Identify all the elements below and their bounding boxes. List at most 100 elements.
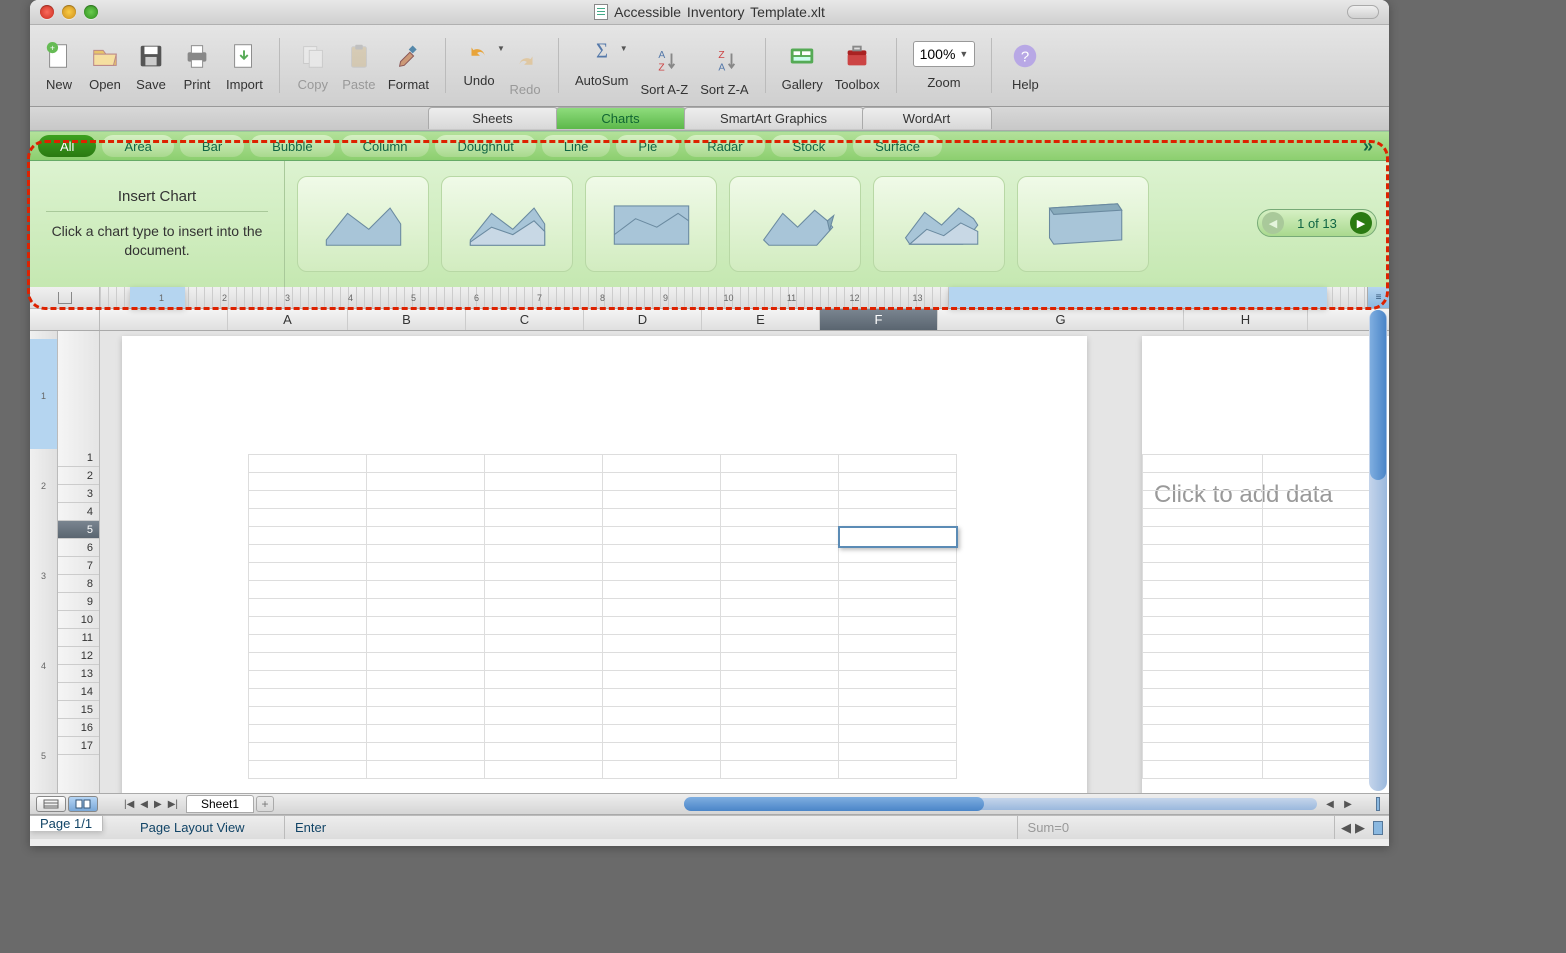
view-normal-button[interactable] bbox=[36, 796, 66, 812]
vertical-scrollbar[interactable] bbox=[1369, 310, 1387, 791]
ribbon-tab-smartart[interactable]: SmartArt Graphics bbox=[684, 107, 864, 129]
add-sheet-button[interactable]: + bbox=[256, 796, 274, 812]
gallery-button[interactable]: Gallery bbox=[776, 35, 829, 96]
chart-thumb-1[interactable] bbox=[297, 176, 429, 272]
chart-cat-surface[interactable]: Surface bbox=[853, 135, 942, 157]
zoom-window-icon[interactable] bbox=[84, 5, 98, 19]
resize-handle[interactable] bbox=[1373, 821, 1383, 835]
minimize-icon[interactable] bbox=[62, 5, 76, 19]
row-header-16[interactable]: 16 bbox=[58, 719, 99, 737]
cell-grid[interactable] bbox=[248, 454, 957, 779]
row-header-15[interactable]: 15 bbox=[58, 701, 99, 719]
status-prev[interactable]: ◀ bbox=[1341, 820, 1351, 836]
chart-cat-radar[interactable]: Radar bbox=[685, 135, 764, 157]
column-header-c[interactable]: C bbox=[466, 309, 584, 330]
column-header-g[interactable]: G bbox=[938, 309, 1184, 330]
horizontal-scroll-thumb[interactable] bbox=[684, 797, 984, 811]
chart-thumb-6[interactable] bbox=[1017, 176, 1149, 272]
zoom-control[interactable]: 100%▼ Zoom bbox=[907, 37, 982, 94]
view-page-layout-button[interactable] bbox=[68, 796, 98, 812]
open-button[interactable]: Open bbox=[82, 35, 128, 96]
pager-prev-button[interactable]: ◀ bbox=[1262, 212, 1284, 234]
chart-thumb-5[interactable] bbox=[873, 176, 1005, 272]
close-icon[interactable] bbox=[40, 5, 54, 19]
paste-button[interactable]: Paste bbox=[336, 35, 382, 96]
sheet-tabs-row: |◀ ◀ ▶ ▶| Sheet1 + ◀ ▶ bbox=[30, 793, 1389, 815]
app-window: Accessible Inventory Template.xlt + New … bbox=[30, 0, 1389, 846]
row-header-9[interactable]: 9 bbox=[58, 593, 99, 611]
sheet-tab-1[interactable]: Sheet1 bbox=[186, 795, 254, 813]
undo-button[interactable]: Undo ▼ bbox=[456, 31, 502, 101]
ribbon-tab-wordart[interactable]: WordArt bbox=[862, 107, 992, 129]
pager-next-button[interactable]: ▶ bbox=[1350, 212, 1372, 234]
column-header-b[interactable]: B bbox=[348, 309, 466, 330]
hscroll-left-arrow[interactable]: ◀ bbox=[1323, 797, 1337, 811]
import-button[interactable]: Import bbox=[220, 35, 269, 96]
toolbox-button[interactable]: Toolbox bbox=[829, 35, 886, 96]
row-header-8[interactable]: 8 bbox=[58, 575, 99, 593]
split-handle[interactable] bbox=[1367, 797, 1389, 811]
page-side: Click to add data bbox=[1142, 336, 1389, 793]
row-header-3[interactable]: 3 bbox=[58, 485, 99, 503]
chart-thumb-3[interactable] bbox=[585, 176, 717, 272]
sheet-nav-first[interactable]: |◀ bbox=[122, 799, 136, 810]
sheet-nav-prev[interactable]: ◀ bbox=[138, 799, 150, 810]
column-header-d[interactable]: D bbox=[584, 309, 702, 330]
chart-cat-stock[interactable]: Stock bbox=[771, 135, 848, 157]
chart-cat-bubble[interactable]: Bubble bbox=[250, 135, 334, 157]
column-header-h[interactable]: H bbox=[1184, 309, 1308, 330]
row-header-14[interactable]: 14 bbox=[58, 683, 99, 701]
save-button[interactable]: Save bbox=[128, 35, 174, 96]
sort-za-icon: ZA bbox=[707, 44, 741, 78]
sheet-nav-next[interactable]: ▶ bbox=[152, 799, 164, 810]
ribbon-tab-sheets[interactable]: Sheets bbox=[428, 107, 558, 129]
row-header-12[interactable]: 12 bbox=[58, 647, 99, 665]
chart-cat-column[interactable]: Column bbox=[341, 135, 430, 157]
chart-cat-all[interactable]: All bbox=[38, 135, 96, 157]
vertical-scroll-thumb[interactable] bbox=[1370, 310, 1386, 480]
chart-cat-bar[interactable]: Bar bbox=[180, 135, 244, 157]
chart-thumb-4[interactable] bbox=[729, 176, 861, 272]
status-next[interactable]: ▶ bbox=[1355, 820, 1365, 836]
hscroll-right-arrow[interactable]: ▶ bbox=[1341, 797, 1355, 811]
ribbon-tab-charts[interactable]: Charts bbox=[556, 107, 686, 129]
sort-az-button[interactable]: AZ Sort A-Z bbox=[635, 31, 695, 101]
toolbar-toggle-button[interactable] bbox=[1347, 5, 1379, 19]
redo-button[interactable]: Redo bbox=[502, 31, 548, 101]
row-header-4[interactable]: 4 bbox=[58, 503, 99, 521]
autosum-button[interactable]: Σ AutoSum ▼ bbox=[569, 31, 634, 101]
chart-cat-pie[interactable]: Pie bbox=[616, 135, 679, 157]
copy-button[interactable]: Copy bbox=[290, 35, 336, 96]
sort-za-button[interactable]: ZA Sort Z-A bbox=[694, 31, 754, 101]
status-view[interactable]: Page Layout View bbox=[130, 816, 285, 839]
help-button[interactable]: ? Help bbox=[1002, 35, 1048, 96]
ruler-collapse-button[interactable]: ≡ bbox=[1367, 287, 1389, 308]
ruler-corner[interactable] bbox=[30, 287, 100, 308]
column-header-e[interactable]: E bbox=[702, 309, 820, 330]
format-icon bbox=[391, 39, 425, 73]
row-header-2[interactable]: 2 bbox=[58, 467, 99, 485]
row-header-10[interactable]: 10 bbox=[58, 611, 99, 629]
row-header-6[interactable]: 6 bbox=[58, 539, 99, 557]
sheet-nav-last[interactable]: ▶| bbox=[166, 799, 180, 810]
chart-thumb-2[interactable] bbox=[441, 176, 573, 272]
new-button[interactable]: + New bbox=[36, 35, 82, 96]
row-header-1[interactable]: 1 bbox=[58, 449, 99, 467]
chart-cat-area[interactable]: Area bbox=[102, 135, 173, 157]
sheet-area[interactable]: Click to add data bbox=[100, 331, 1389, 793]
active-cell[interactable] bbox=[838, 526, 958, 548]
row-header-5[interactable]: 5 bbox=[58, 521, 99, 539]
row-header-11[interactable]: 11 bbox=[58, 629, 99, 647]
svg-text:A: A bbox=[659, 50, 666, 61]
horizontal-scrollbar[interactable]: ◀ ▶ bbox=[284, 797, 1357, 811]
print-button[interactable]: Print bbox=[174, 35, 220, 96]
column-header-a[interactable]: A bbox=[228, 309, 348, 330]
format-button[interactable]: Format bbox=[382, 35, 435, 96]
chart-cat-line[interactable]: Line bbox=[542, 135, 611, 157]
row-header-13[interactable]: 13 bbox=[58, 665, 99, 683]
chart-cat-doughnut[interactable]: Doughnut bbox=[435, 135, 535, 157]
row-header-7[interactable]: 7 bbox=[58, 557, 99, 575]
column-header-f[interactable]: F bbox=[820, 309, 938, 330]
chart-cat-more-icon[interactable]: » bbox=[1355, 136, 1381, 157]
row-header-17[interactable]: 17 bbox=[58, 737, 99, 755]
